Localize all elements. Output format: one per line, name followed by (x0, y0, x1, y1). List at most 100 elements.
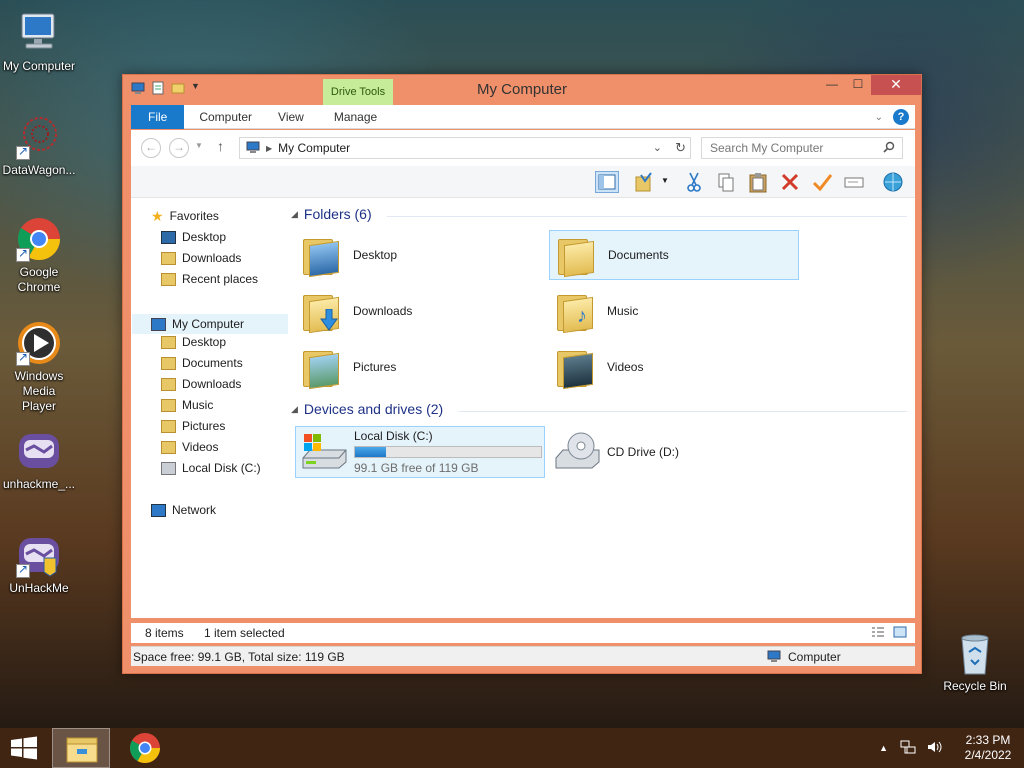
tab-view[interactable]: View (265, 105, 317, 129)
expand-ribbon-icon[interactable]: ⌄ (875, 112, 883, 123)
nav-computer-desktop[interactable]: Desktop (161, 332, 226, 352)
close-button[interactable]: ✕ (871, 75, 921, 95)
network-icon (151, 503, 166, 517)
address-box[interactable]: ▶ My Computer ⌄ ↻ (239, 137, 691, 159)
taskbar-google-chrome[interactable] (116, 728, 174, 768)
desktop-icon-google-chrome[interactable]: Google Chrome (0, 216, 78, 295)
tile-label: Downloads (353, 304, 413, 318)
folder-tile-pictures[interactable]: Pictures (295, 342, 545, 392)
minimize-button[interactable]: — (819, 75, 845, 95)
shortcut-arrow-icon (16, 350, 30, 366)
drive-free-space: 99.1 GB free of 119 GB (354, 461, 479, 475)
delete-icon[interactable] (779, 171, 803, 193)
folder-tile-downloads[interactable]: Downloads (295, 286, 545, 336)
tab-computer[interactable]: Computer (186, 105, 265, 129)
computer-icon (16, 10, 62, 56)
back-button[interactable]: ← (141, 138, 161, 158)
refresh-icon[interactable]: ↻ (675, 140, 686, 156)
tab-file[interactable]: File (131, 104, 185, 129)
desktop-icon-windows-media-player[interactable]: Windows Media Player (0, 320, 78, 414)
properties-dropdown-icon[interactable]: ▼ (661, 176, 669, 185)
desktop-icon-my-computer[interactable]: My Computer (0, 10, 78, 74)
taskbar-file-explorer[interactable] (52, 728, 110, 768)
nav-favorite-desktop[interactable]: Desktop (161, 227, 226, 247)
address-path[interactable]: My Computer (278, 141, 350, 155)
desktop-icon-unhackme[interactable]: UnHackMe (0, 532, 78, 596)
computer-small-icon (767, 650, 781, 665)
devices-group-header[interactable]: ◢ Devices and drives (2) (291, 401, 443, 417)
windows-logo-icon (11, 736, 37, 760)
nav-computer-documents[interactable]: Documents (161, 353, 243, 373)
shortcut-arrow-icon (16, 562, 30, 578)
nav-network[interactable]: Network (151, 500, 216, 520)
preview-pane-icon[interactable] (595, 171, 619, 193)
folders-group-header[interactable]: ◢ Folders (6) (291, 206, 372, 222)
globe-icon[interactable] (881, 171, 905, 193)
tab-manage[interactable]: Manage (321, 105, 390, 129)
up-arrow-icon[interactable]: ↑ (217, 138, 224, 154)
nav-favorite-downloads[interactable]: Downloads (161, 248, 241, 268)
videos-folder-icon (161, 440, 176, 454)
file-explorer-icon (66, 737, 98, 763)
drive-tile-cd-d[interactable]: CD Drive (D:) (549, 426, 799, 478)
copy-icon[interactable] (715, 171, 739, 193)
nav-label: Recent places (182, 272, 259, 286)
nav-favorites-header[interactable]: ★ Favorites (151, 206, 219, 226)
nav-my-computer[interactable]: My Computer (132, 314, 288, 334)
network-tray-icon[interactable] (900, 739, 916, 758)
paste-icon[interactable] (747, 171, 771, 193)
start-button[interactable] (0, 728, 48, 768)
unhackme-icon (16, 532, 62, 578)
desktop-folder-icon (299, 231, 347, 279)
desktop-icon-datawagon[interactable]: DataWagon... (0, 114, 78, 178)
collapse-caret-icon[interactable]: ◢ (291, 404, 298, 415)
status-bar: 8 items 1 item selected (131, 623, 915, 643)
desktop-icon-recycle-bin[interactable]: Recycle Bin (936, 630, 1014, 694)
volume-icon[interactable] (926, 739, 942, 758)
address-dropdown-icon[interactable]: ⌄ (653, 141, 662, 154)
drive-tile-local-disk-c[interactable]: Local Disk (C:) 99.1 GB free of 119 GB (295, 426, 545, 478)
navigation-pane: ★ Favorites Desktop Downloads Recent pla… (131, 198, 289, 608)
nav-computer-local-disk[interactable]: Local Disk (C:) (161, 458, 261, 478)
nav-computer-pictures[interactable]: Pictures (161, 416, 225, 436)
maximize-button[interactable]: ☐ (845, 75, 871, 95)
breadcrumb-separator-icon[interactable]: ▶ (266, 144, 272, 153)
tile-label: Videos (607, 360, 644, 374)
title-bar[interactable]: ▼ Drive Tools My Computer — ☐ ✕ (123, 75, 921, 105)
search-input[interactable]: Search My Computer (701, 137, 903, 159)
nav-label: Music (182, 398, 214, 412)
datawagon-icon (16, 114, 62, 160)
details-view-icon[interactable] (871, 626, 885, 641)
folder-tile-desktop[interactable]: Desktop (295, 230, 545, 280)
pictures-folder-icon (299, 343, 347, 391)
cut-icon[interactable] (683, 171, 707, 193)
search-icon[interactable] (883, 141, 895, 156)
properties-icon[interactable] (633, 171, 657, 193)
desktop-icon-unhackme-installer[interactable]: unhackme_... (0, 428, 78, 492)
rename-icon[interactable] (843, 171, 867, 193)
nav-computer-videos[interactable]: Videos (161, 437, 218, 457)
recent-dropdown-icon[interactable]: ▼ (195, 141, 203, 150)
folder-tile-documents[interactable]: Documents (549, 230, 799, 280)
ribbon-right-controls: ⌄ ? (875, 109, 909, 125)
clock[interactable]: 2:33 PM 2/4/2022 (952, 733, 1024, 763)
nav-favorite-recent-places[interactable]: Recent places (161, 269, 258, 289)
forward-button[interactable]: → (169, 138, 189, 158)
desktop-icon-label: UnHackMe (9, 581, 69, 595)
nav-computer-downloads[interactable]: Downloads (161, 374, 241, 394)
clock-time: 2:33 PM (965, 733, 1011, 747)
folder-tile-music[interactable]: ♪ Music (549, 286, 799, 336)
unhackme-installer-icon (16, 428, 62, 474)
location-label: Computer (788, 650, 841, 664)
nav-computer-music[interactable]: Music (161, 395, 213, 415)
group-title: Devices and drives (2) (303, 401, 444, 417)
checkmark-icon[interactable] (811, 171, 835, 193)
nav-label: Local Disk (C:) (182, 461, 261, 475)
help-icon[interactable]: ? (893, 109, 909, 125)
folder-tile-videos[interactable]: Videos (549, 342, 799, 392)
show-hidden-icons-icon[interactable]: ▲ (879, 743, 888, 753)
desktop-icon (161, 230, 176, 244)
tiles-view-icon[interactable] (893, 626, 907, 641)
pictures-folder-icon (161, 419, 176, 433)
collapse-caret-icon[interactable]: ◢ (291, 209, 298, 220)
